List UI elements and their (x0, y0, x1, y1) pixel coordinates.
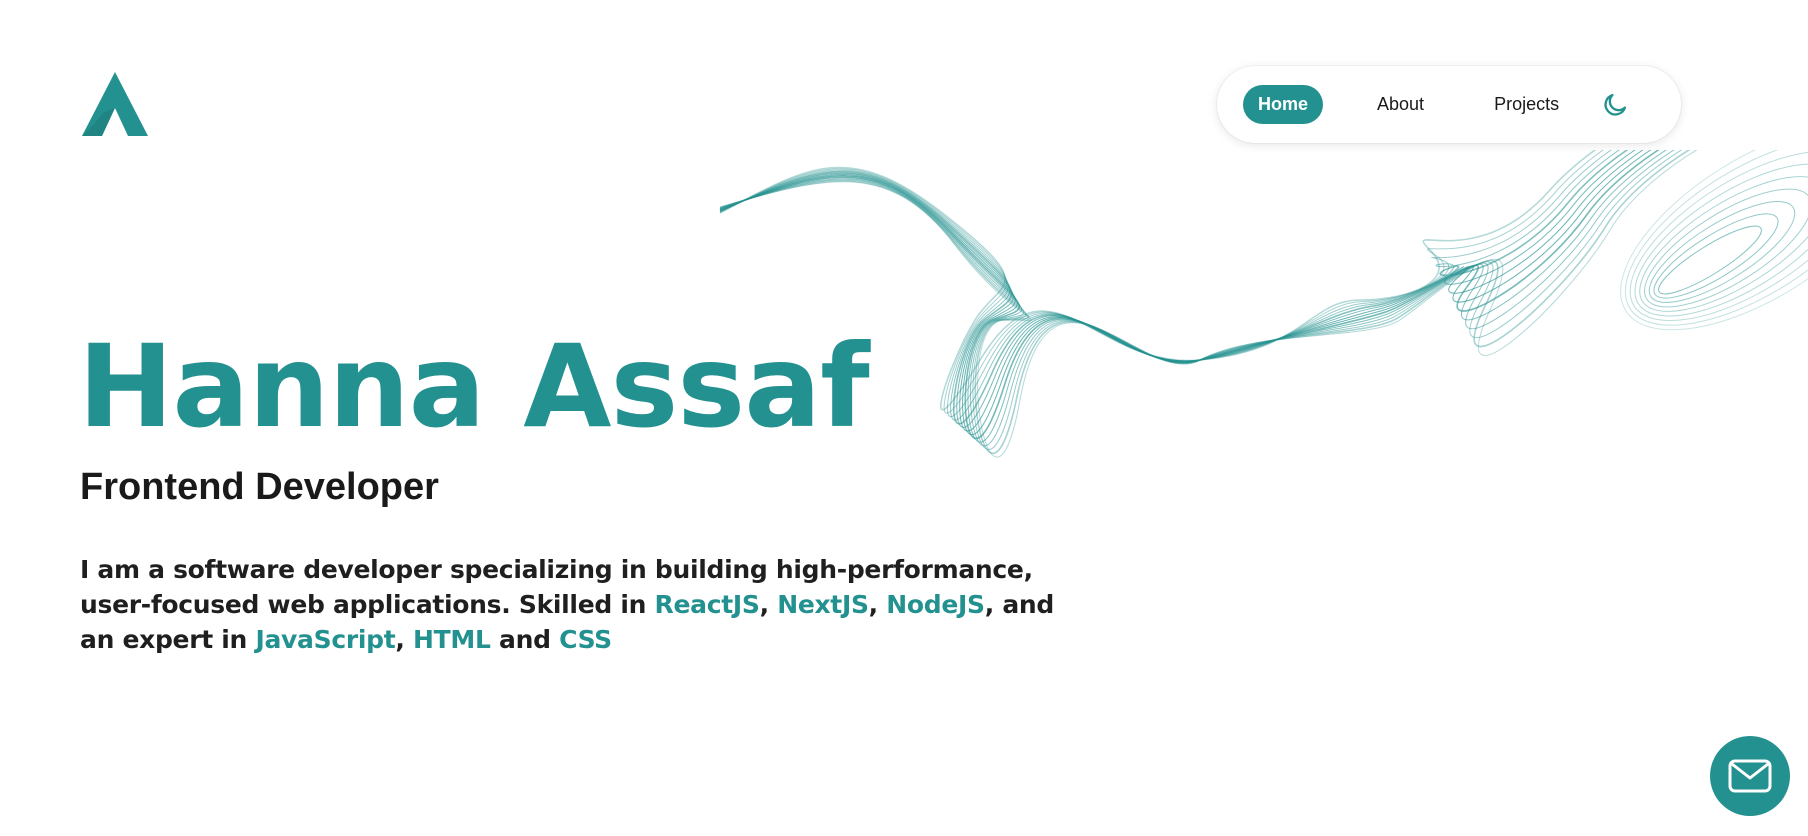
bio-separator: , (395, 625, 413, 654)
nav-projects-link[interactable]: Projects (1494, 94, 1559, 115)
bio-separator: , (868, 590, 887, 619)
hero-name: Hanna Assaf (78, 320, 870, 453)
wave-line (719, 150, 1605, 414)
bio-separator: , (759, 590, 778, 619)
bio-separator: and (490, 625, 560, 654)
wave-line (719, 150, 1613, 417)
wave-loop (1648, 201, 1796, 303)
hero-bio: I am a software developer specializing i… (80, 552, 1060, 657)
wave-loop (1620, 150, 1808, 331)
nav-home-link[interactable]: Home (1243, 85, 1324, 124)
nav-about-link[interactable]: About (1377, 94, 1424, 115)
skill-nextjs: NextJS (777, 590, 869, 619)
logo-icon[interactable] (82, 72, 148, 138)
skill-css: CSS (559, 625, 612, 654)
wave-line (719, 150, 1683, 450)
moon-icon[interactable] (1601, 91, 1629, 119)
contact-mail-button[interactable] (1710, 736, 1790, 816)
wave-line (719, 150, 1675, 446)
mail-icon (1728, 759, 1772, 793)
skill-html: HTML (413, 625, 491, 654)
skill-reactjs: ReactJS (654, 590, 760, 619)
wave-loop (1653, 213, 1779, 299)
skill-nodejs: NodeJS (886, 590, 985, 619)
wave-line (719, 150, 1691, 454)
main-nav: Home About Projects (1217, 66, 1681, 143)
wave-loop (1629, 150, 1808, 322)
hero-role: Frontend Developer (80, 466, 439, 508)
skill-javascript: JavaScript (255, 625, 396, 654)
